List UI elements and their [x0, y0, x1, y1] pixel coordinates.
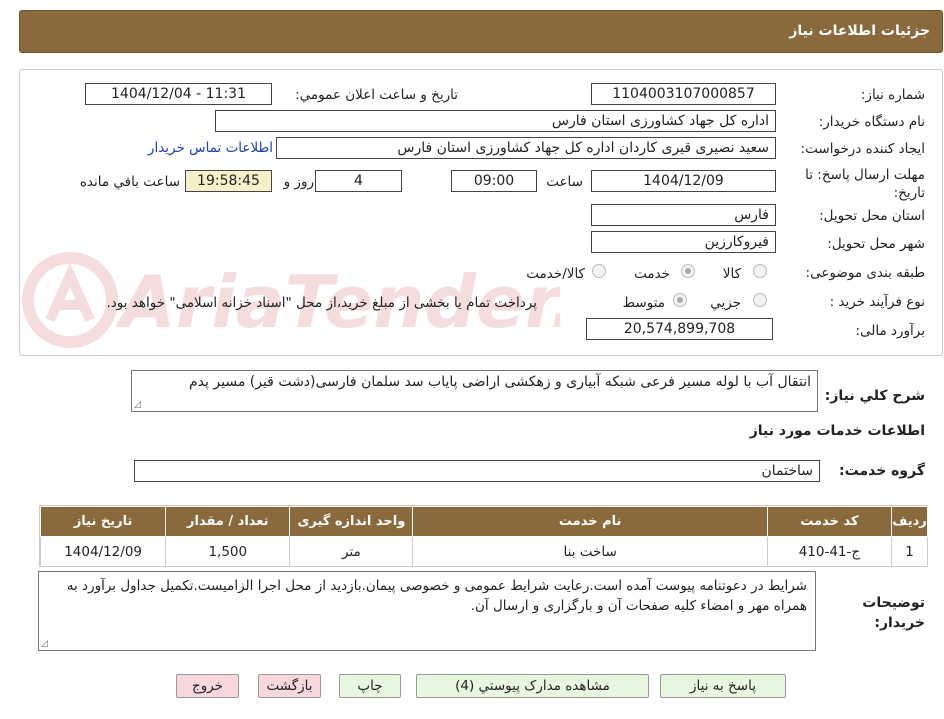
buyer-org-field: اداره کل جهاد کشاورزی استان فارس [215, 110, 776, 132]
deadline-time-field: 09:00 [451, 170, 537, 192]
buyer-notes-textarea[interactable]: شرایط در دعوتنامه پیوست آمده است.رعایت ش… [38, 571, 816, 651]
table-header-row: ردیف کد خدمت نام خدمت واحد اندازه گیری ت… [39, 506, 929, 537]
services-title: اطلاعات خدمات مورد نياز [749, 423, 925, 439]
buyer-org-label: نام دستگاه خريدار: [818, 114, 925, 130]
services-table: ردیف کد خدمت نام خدمت واحد اندازه گیری ت… [39, 506, 929, 567]
cell-code: ج-41-410 [766, 536, 892, 567]
category-radio-goods[interactable] [753, 264, 767, 278]
province-label: استان محل تحويل: [819, 208, 925, 224]
remaining-word: ساعت باقي مانده [79, 174, 180, 190]
resize-handle-icon[interactable]: ◿ [134, 400, 141, 410]
announce-field: 1404/12/04 - 11:31 [85, 83, 272, 105]
city-field: فیروکارزین [591, 231, 776, 253]
cell-index: 1 [890, 536, 929, 567]
cell-date: 1404/12/09 [39, 536, 167, 567]
deadline-label: مهلت ارسال پاسخ: تا تاریخ: [805, 167, 925, 201]
category-label: طبقه بندی موضوعی: [805, 265, 925, 281]
description-label: شرح کلي نياز: [824, 388, 925, 404]
process-radio-minor[interactable] [753, 293, 767, 307]
estimate-field: 20,574,899,708 [586, 318, 773, 340]
exit-button[interactable]: خروج [176, 674, 239, 698]
category-radio-goods-service[interactable] [592, 264, 606, 278]
col-header-name: نام خدمت [412, 506, 768, 537]
cell-unit: متر [289, 536, 414, 567]
col-header-qty: تعداد / مقدار [165, 506, 291, 537]
province-field: فارس [591, 204, 776, 226]
days-field: 4 [315, 170, 402, 192]
process-radio-medium[interactable] [673, 293, 687, 307]
buyer-notes-label: توضيحات خريدار: [862, 595, 925, 631]
process-option-medium: متوسط [622, 295, 665, 311]
resize-handle-icon[interactable]: ◿ [41, 639, 48, 649]
back-button[interactable]: بازگشت [258, 674, 321, 698]
category-option-goods: کالا [722, 266, 741, 282]
city-label: شهر محل تحويل: [827, 236, 925, 252]
buyer-notes-text: شرایط در دعوتنامه پیوست آمده است.رعایت ش… [66, 578, 807, 614]
creator-label: ايجاد کننده درخواست: [800, 141, 925, 157]
estimate-label: برآورد مالی: [855, 323, 925, 339]
reply-button[interactable]: پاسخ به نیاز [660, 674, 786, 698]
cell-name: ساخت بنا [412, 536, 768, 567]
description-text: انتقال آب با لوله مسیر فرعی شبکه آبیاری … [189, 374, 811, 390]
time-word: ساعت [546, 174, 583, 190]
cell-qty: 1,500 [165, 536, 291, 567]
announce-label: تاریخ و ساعت اعلان عمومي: [295, 87, 458, 103]
col-header-index: ردیف [890, 506, 929, 537]
category-option-service: خدمت [634, 266, 670, 282]
category-option-goods-service: کالا/خدمت [526, 266, 585, 282]
process-label: نوع فرآيند خريد : [829, 294, 925, 310]
services-table-wrap: ردیف کد خدمت نام خدمت واحد اندازه گیری ت… [39, 505, 929, 567]
col-header-unit: واحد اندازه گیری [289, 506, 414, 537]
col-header-code: کد خدمت [766, 506, 892, 537]
buyer-contact-link[interactable]: اطلاعات تماس خريدار [148, 140, 273, 156]
attachments-button[interactable]: مشاهده مدارک پیوستي (4) [416, 674, 649, 698]
payment-note: پرداخت تمام یا بخشی از مبلغ خرید،از محل … [106, 295, 537, 311]
days-word: روز و [283, 174, 314, 190]
category-radio-service[interactable] [681, 264, 695, 278]
service-group-field: ساختمان [134, 460, 820, 482]
remaining-time-field: 19:58:45 [185, 170, 272, 192]
print-button[interactable]: چاپ [339, 674, 401, 698]
table-row: 1 ج-41-410 ساخت بنا متر 1,500 1404/12/09 [39, 536, 929, 567]
need-number-field: 1104003107000857 [591, 83, 776, 105]
col-header-date: تاریخ نیاز [39, 506, 167, 537]
page-header: جزئیات اطلاعات نیاز [19, 10, 943, 53]
deadline-date-field: 1404/12/09 [591, 170, 776, 192]
page-title: جزئیات اطلاعات نیاز [789, 23, 930, 39]
description-textarea[interactable]: انتقال آب با لوله مسیر فرعی شبکه آبیاری … [131, 370, 818, 412]
creator-field: سعید نصیری قیری کاردان اداره کل جهاد کشا… [276, 137, 776, 159]
process-option-minor: جزيي [710, 295, 741, 311]
need-number-label: شماره نیاز: [860, 87, 925, 103]
service-group-label: گروه خدمت: [839, 463, 925, 479]
